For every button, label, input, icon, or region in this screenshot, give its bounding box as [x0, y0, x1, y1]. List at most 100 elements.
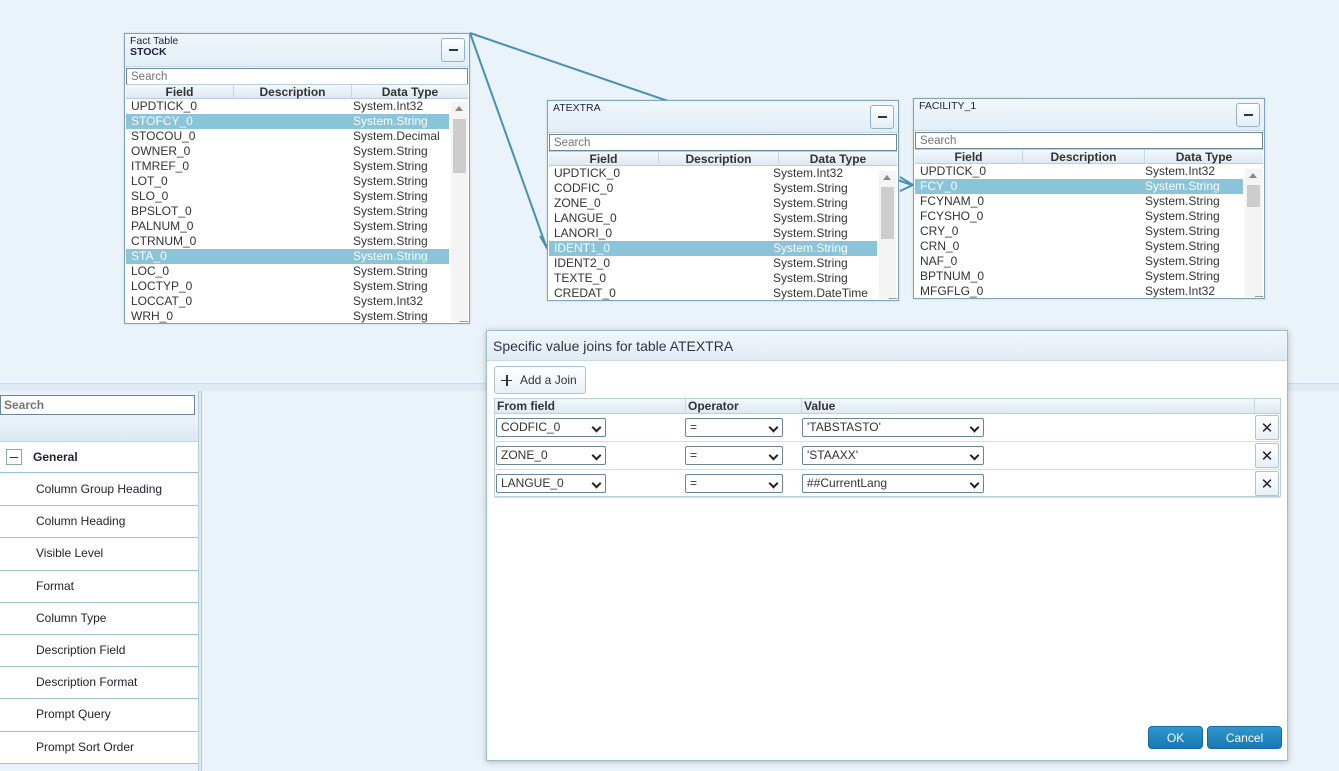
field-row[interactable]: BPSLOT_0 System.String	[126, 204, 449, 219]
properties-search-input[interactable]	[0, 395, 195, 415]
property-item[interactable]: Format	[0, 570, 198, 603]
scroll-up-icon[interactable]	[1249, 173, 1257, 178]
field-row[interactable]: MFGFLG_0 System.Int32	[915, 284, 1243, 299]
from-field-select[interactable]: CODFIC_0	[496, 418, 606, 437]
field-row[interactable]: LOC_0 System.String	[126, 264, 449, 279]
property-item[interactable]: Visible Level	[0, 538, 198, 571]
property-item[interactable]: Column Heading	[0, 506, 198, 539]
ok-button[interactable]: OK	[1148, 726, 1203, 749]
field-name: ITMREF_0	[131, 159, 190, 173]
scrollbar-thumb[interactable]	[453, 119, 466, 173]
field-row[interactable]: FCYSHO_0 System.String	[915, 209, 1243, 224]
property-item[interactable]: Prompt Query	[0, 699, 198, 732]
scroll-up-icon[interactable]	[883, 175, 891, 180]
resize-grip-icon[interactable]	[460, 316, 468, 322]
vertical-scrollbar[interactable]	[451, 102, 468, 321]
field-row[interactable]: LOT_0 System.String	[126, 174, 449, 189]
field-row[interactable]: LANGUE_0 System.String	[549, 211, 877, 226]
table-box-header[interactable]: Fact Table STOCK	[125, 34, 469, 67]
column-header-data-type[interactable]: Data Type	[1145, 150, 1263, 164]
column-header-data-type[interactable]: Data Type	[779, 152, 897, 166]
field-name: SLO_0	[131, 189, 169, 203]
value-select[interactable]: 'TABSTASTO'	[802, 418, 984, 437]
field-data-type: System.String	[773, 241, 848, 255]
properties-group-general[interactable]: General	[0, 442, 198, 473]
table-box-stock[interactable]: Fact Table STOCK Field Description Data …	[124, 33, 470, 324]
operator-select[interactable]: =	[685, 446, 783, 465]
field-row[interactable]: STOFCY_0 System.String	[126, 114, 449, 129]
field-row[interactable]: CREDAT_0 System.DateTime	[549, 286, 877, 301]
scroll-up-icon[interactable]	[455, 106, 463, 111]
vertical-scrollbar[interactable]	[879, 171, 896, 299]
field-row[interactable]: NAF_0 System.String	[915, 254, 1243, 269]
field-row[interactable]: FCY_0 System.String	[915, 179, 1243, 194]
minimize-button[interactable]	[1236, 103, 1260, 127]
field-row[interactable]: UPDTICK_0 System.Int32	[126, 99, 449, 114]
column-header-field[interactable]: Field	[126, 85, 234, 99]
table-box-atextra[interactable]: ATEXTRA Field Description Data Type UPDT…	[547, 100, 899, 301]
vertical-scrollbar[interactable]	[1245, 169, 1262, 297]
field-row[interactable]: UPDTICK_0 System.Int32	[915, 164, 1243, 179]
join-row: CODFIC_0 = 'TABSTASTO' ✕	[495, 414, 1280, 442]
minus-icon	[1243, 114, 1253, 116]
table-box-header[interactable]: FACILITY_1	[914, 99, 1264, 131]
field-row[interactable]: FCYNAM_0 System.String	[915, 194, 1243, 209]
property-item[interactable]: Column Type	[0, 602, 198, 635]
table-box-facility[interactable]: FACILITY_1 Field Description Data Type U…	[913, 98, 1265, 299]
scrollbar-thumb[interactable]	[881, 187, 894, 239]
value-select[interactable]: 'STAAXX'	[802, 446, 984, 465]
column-header-field[interactable]: Field	[549, 152, 659, 166]
property-item[interactable]: Column Group Heading	[0, 474, 198, 507]
field-row[interactable]: OWNER_0 System.String	[126, 144, 449, 159]
field-row[interactable]: CRY_0 System.String	[915, 224, 1243, 239]
minimize-button[interactable]	[441, 38, 465, 62]
field-row[interactable]: ZONE_0 System.String	[549, 196, 877, 211]
column-header-description[interactable]: Description	[1023, 150, 1145, 164]
table-search-input[interactable]	[549, 134, 897, 151]
remove-join-button[interactable]: ✕	[1255, 471, 1279, 496]
field-row[interactable]: CTRNUM_0 System.String	[126, 234, 449, 249]
cancel-button[interactable]: Cancel	[1207, 726, 1282, 749]
table-box-header[interactable]: ATEXTRA	[548, 101, 898, 133]
table-search-input[interactable]	[126, 68, 468, 85]
from-field-select[interactable]: ZONE_0	[496, 446, 606, 465]
field-row[interactable]: TEXTE_0 System.String	[549, 271, 877, 286]
column-header-description[interactable]: Description	[659, 152, 779, 166]
field-row[interactable]: ITMREF_0 System.String	[126, 159, 449, 174]
value-select[interactable]: ##CurrentLang	[802, 474, 984, 493]
column-header-description[interactable]: Description	[234, 85, 352, 99]
field-row[interactable]: PALNUM_0 System.String	[126, 219, 449, 234]
resize-grip-icon[interactable]	[889, 293, 897, 299]
field-row[interactable]: STOCOU_0 System.Decimal	[126, 129, 449, 144]
minus-icon	[448, 49, 458, 51]
property-item[interactable]: Prompt Sort Order	[0, 731, 198, 764]
add-join-button[interactable]: Add a Join	[494, 366, 586, 394]
add-join-label: Add a Join	[520, 373, 577, 387]
operator-select[interactable]: =	[685, 418, 783, 437]
field-row[interactable]: IDENT2_0 System.String	[549, 256, 877, 271]
field-row[interactable]: WRH_0 System.String	[126, 309, 449, 324]
field-row[interactable]: LOCTYP_0 System.String	[126, 279, 449, 294]
field-row[interactable]: BPTNUM_0 System.String	[915, 269, 1243, 284]
field-row[interactable]: CRN_0 System.String	[915, 239, 1243, 254]
table-search-input[interactable]	[915, 132, 1263, 149]
field-row[interactable]: CODFIC_0 System.String	[549, 181, 877, 196]
scrollbar-thumb[interactable]	[1247, 185, 1260, 207]
property-item[interactable]: Description Format	[0, 667, 198, 700]
column-header-field[interactable]: Field	[915, 150, 1023, 164]
field-row[interactable]: LANORI_0 System.String	[549, 226, 877, 241]
remove-join-button[interactable]: ✕	[1255, 415, 1279, 440]
collapse-icon[interactable]	[6, 449, 22, 465]
field-row[interactable]: SLO_0 System.String	[126, 189, 449, 204]
column-header-data-type[interactable]: Data Type	[352, 85, 468, 99]
remove-join-button[interactable]: ✕	[1255, 443, 1279, 468]
property-item[interactable]: Description Field	[0, 634, 198, 668]
field-row[interactable]: LOCCAT_0 System.Int32	[126, 294, 449, 309]
resize-grip-icon[interactable]	[1255, 291, 1263, 297]
field-row[interactable]: UPDTICK_0 System.Int32	[549, 166, 877, 181]
field-row[interactable]: IDENT1_0 System.String	[549, 241, 877, 256]
from-field-select[interactable]: LANGUE_0	[496, 474, 606, 493]
field-row[interactable]: STA_0 System.String	[126, 249, 449, 264]
minimize-button[interactable]	[870, 105, 894, 129]
operator-select[interactable]: =	[685, 474, 783, 493]
